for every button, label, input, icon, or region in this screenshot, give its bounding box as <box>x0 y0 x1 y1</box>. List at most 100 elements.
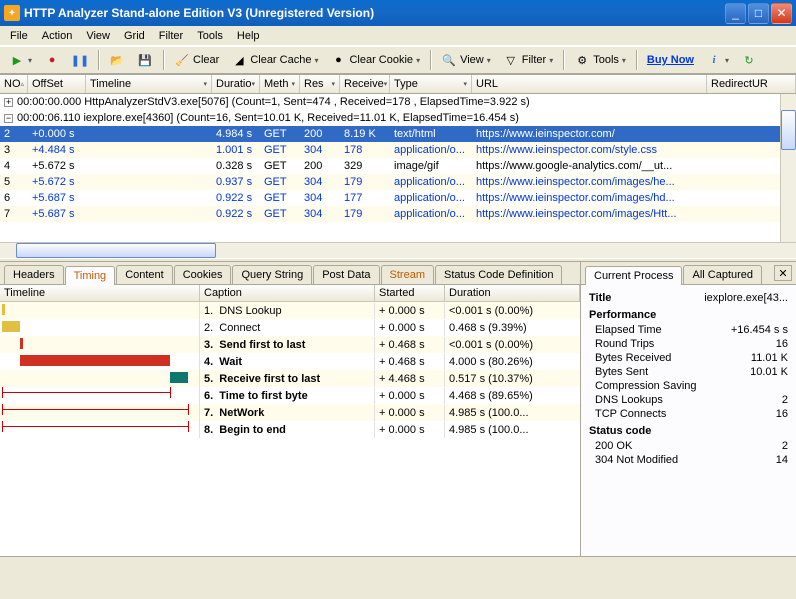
brush-icon: 🧹 <box>174 52 190 68</box>
right-tabs: Current Process All Captured ✕ <box>581 262 796 284</box>
perf-field: Bytes Sent10.01 K <box>589 365 788 379</box>
col-redirect[interactable]: RedirectUR <box>707 75 796 93</box>
perf-field: Compression Saving <box>589 379 788 393</box>
save-icon: 💾 <box>137 52 153 68</box>
grid-row[interactable]: 5+5.672 s0.937 sGET304179application/o..… <box>0 174 796 190</box>
timing-col-timeline[interactable]: Timeline <box>0 285 200 301</box>
col-result[interactable]: Res▾ <box>300 75 340 93</box>
tab-statuscode[interactable]: Status Code Definition <box>435 265 562 284</box>
menu-tools[interactable]: Tools <box>191 28 229 44</box>
window-title: HTTP Analyzer Stand-alone Edition V3 (Un… <box>24 6 725 20</box>
info-icon: i <box>706 52 722 68</box>
collapse-icon[interactable]: − <box>4 114 13 123</box>
stop-button[interactable]: ● <box>39 49 65 71</box>
menu-filter[interactable]: Filter <box>153 28 189 44</box>
process-title: iexplore.exe[43... <box>704 292 788 304</box>
grid-row[interactable]: 4+5.672 s0.328 sGET200329image/gifhttps:… <box>0 158 796 174</box>
grid-row[interactable]: 3+4.484 s1.001 sGET304178application/o..… <box>0 142 796 158</box>
tree-group[interactable]: +00:00:00.000 HttpAnalyzerStdV3.exe[5076… <box>0 94 796 110</box>
perf-field: Elapsed Time+16.454 s s <box>589 323 788 337</box>
timing-row: 3. Send first to last+ 0.468 s<0.001 s (… <box>0 336 580 353</box>
tab-postdata[interactable]: Post Data <box>313 265 379 284</box>
maximize-button[interactable]: □ <box>748 3 769 24</box>
timing-col-started[interactable]: Started <box>375 285 445 301</box>
menu-view[interactable]: View <box>80 28 116 44</box>
timing-col-caption[interactable]: Caption <box>200 285 375 301</box>
menu-grid[interactable]: Grid <box>118 28 151 44</box>
funnel-icon: ▽ <box>503 52 519 68</box>
clear-button[interactable]: 🧹Clear <box>169 49 224 71</box>
clear-cache-button[interactable]: ◢Clear Cache▾ <box>226 49 323 71</box>
stop-icon: ● <box>44 52 60 68</box>
cookie-icon: ● <box>330 52 346 68</box>
perf-field: Round Trips16 <box>589 337 788 351</box>
grid-row[interactable]: 2+0.000 s4.984 sGET2008.19 Ktext/htmlhtt… <box>0 126 796 142</box>
statusbar <box>0 556 796 574</box>
menu-file[interactable]: File <box>4 28 34 44</box>
minimize-button[interactable]: _ <box>725 3 746 24</box>
view-label: View <box>460 54 484 66</box>
status-section: Status code <box>589 425 788 437</box>
filter-label: Filter <box>522 54 546 66</box>
view-icon: 🔍 <box>441 52 457 68</box>
tab-querystring[interactable]: Query String <box>232 265 312 284</box>
perf-field: DNS Lookups2 <box>589 393 788 407</box>
col-duration[interactable]: Duratio▾ <box>212 75 260 93</box>
col-method[interactable]: Meth▾ <box>260 75 300 93</box>
close-button[interactable]: ✕ <box>771 3 792 24</box>
app-icon: ✦ <box>4 5 20 21</box>
tab-current-process[interactable]: Current Process <box>585 266 682 285</box>
open-button[interactable]: 📂 <box>104 49 130 71</box>
tree-group[interactable]: −00:00:06.110 iexplore.exe[4360] (Count=… <box>0 110 796 126</box>
tools-dropdown[interactable]: ⚙Tools▾ <box>569 49 631 71</box>
timing-row: 6. Time to first byte+ 0.000 s4.468 s (8… <box>0 387 580 404</box>
col-timeline[interactable]: Timeline▾ <box>86 75 212 93</box>
tab-headers[interactable]: Headers <box>4 265 64 284</box>
tab-timing[interactable]: Timing <box>65 266 116 285</box>
menu-help[interactable]: Help <box>231 28 266 44</box>
timing-body: 1. DNS Lookup+ 0.000 s<0.001 s (0.00%)2.… <box>0 302 580 556</box>
process-panel: Titleiexplore.exe[43... Performance Elap… <box>581 284 796 556</box>
refresh-button[interactable]: ↻ <box>736 49 762 71</box>
filter-dropdown[interactable]: ▽Filter▾ <box>498 49 558 71</box>
tab-cookies[interactable]: Cookies <box>174 265 232 284</box>
tools-label: Tools <box>593 54 619 66</box>
expand-icon[interactable]: + <box>4 98 13 107</box>
col-type[interactable]: Type▾ <box>390 75 472 93</box>
info-button[interactable]: i▾ <box>701 49 734 71</box>
tab-stream[interactable]: Stream <box>381 265 434 284</box>
start-button[interactable]: ▶▾ <box>4 49 37 71</box>
tab-all-captured[interactable]: All Captured <box>683 265 762 284</box>
vertical-scrollbar[interactable] <box>780 94 796 242</box>
col-offset[interactable]: OffSet <box>28 75 86 93</box>
menu-action[interactable]: Action <box>36 28 79 44</box>
grid-row[interactable]: 6+5.687 s0.922 sGET304177application/o..… <box>0 190 796 206</box>
status-field: 304 Not Modified14 <box>589 453 788 467</box>
eraser-icon: ◢ <box>231 52 247 68</box>
view-dropdown[interactable]: 🔍View▾ <box>436 49 496 71</box>
buy-now-link[interactable]: Buy Now <box>642 51 699 69</box>
col-received[interactable]: Receive▾ <box>340 75 390 93</box>
grid-row[interactable]: 7+5.687 s0.922 sGET304179application/o..… <box>0 206 796 222</box>
tab-content[interactable]: Content <box>116 265 173 284</box>
timing-row: 2. Connect+ 0.000 s0.468 s (9.39%) <box>0 319 580 336</box>
pause-button[interactable]: ❚❚ <box>67 49 93 71</box>
close-panel-button[interactable]: ✕ <box>774 265 792 281</box>
timing-row: 8. Begin to end+ 0.000 s4.985 s (100.0..… <box>0 421 580 438</box>
play-icon: ▶ <box>9 52 25 68</box>
save-button[interactable]: 💾 <box>132 49 158 71</box>
titlebar: ✦ HTTP Analyzer Stand-alone Edition V3 (… <box>0 0 796 26</box>
grid-body: +00:00:00.000 HttpAnalyzerStdV3.exe[5076… <box>0 94 796 242</box>
timing-row: 1. DNS Lookup+ 0.000 s<0.001 s (0.00%) <box>0 302 580 319</box>
clear-cookie-button[interactable]: ●Clear Cookie▾ <box>325 49 425 71</box>
horizontal-scrollbar[interactable] <box>0 242 796 258</box>
toolbar: ▶▾ ● ❚❚ 📂 💾 🧹Clear ◢Clear Cache▾ ●Clear … <box>0 46 796 74</box>
timing-row: 5. Receive first to last+ 4.468 s0.517 s… <box>0 370 580 387</box>
col-no[interactable]: NO▵ <box>0 75 28 93</box>
gear-icon: ⚙ <box>574 52 590 68</box>
col-url[interactable]: URL <box>472 75 707 93</box>
timing-col-duration[interactable]: Duration <box>445 285 580 301</box>
menubar: File Action View Grid Filter Tools Help <box>0 26 796 46</box>
perf-field: Bytes Received11.01 K <box>589 351 788 365</box>
clear-label: Clear <box>193 54 219 66</box>
